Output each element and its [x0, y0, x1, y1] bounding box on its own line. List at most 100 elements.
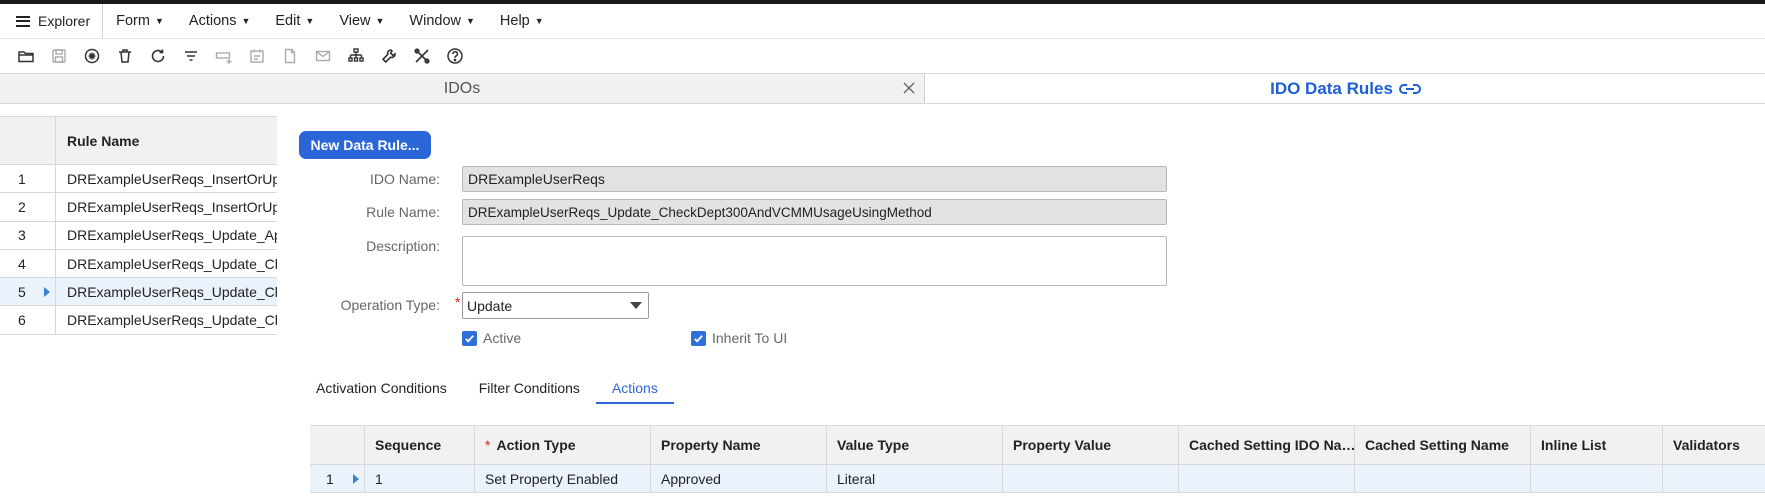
add-row-icon[interactable]	[207, 42, 240, 70]
checkmark-icon	[462, 330, 477, 346]
table-row-selected[interactable]: 1 1 Set Property Enabled Approved Litera…	[310, 465, 1765, 493]
hamburger-icon	[16, 15, 30, 27]
cached-setting-name-column-header[interactable]: Cached Setting Name	[1355, 426, 1531, 464]
sequence-column-header[interactable]: Sequence	[365, 426, 475, 464]
menu-help[interactable]: Help ▼	[487, 4, 556, 39]
calendar-icon[interactable]	[240, 42, 273, 70]
tab-idos-label: IDOs	[443, 79, 481, 97]
hierarchy-icon[interactable]	[339, 42, 372, 70]
rule-name-cell[interactable]: DRExampleUserReqs_InsertOrUpdate	[56, 193, 277, 220]
caret-down-icon: ▼	[375, 16, 385, 26]
open-folder-icon[interactable]	[9, 42, 42, 70]
rule-name-cell[interactable]: DRExampleUserReqs_Update_Approved	[56, 222, 277, 249]
document-icon[interactable]	[273, 42, 306, 70]
menu-actions[interactable]: Actions ▼	[176, 4, 262, 39]
operation-type-label: Operation Type:	[340, 297, 440, 313]
row-number-header	[310, 426, 365, 464]
rule-name-cell[interactable]: DRExampleUserReqs_InsertOrUpdate	[56, 165, 277, 192]
cached-setting-ido-cell[interactable]	[1179, 465, 1355, 492]
menu-edit[interactable]: Edit ▼	[262, 4, 326, 39]
required-marker: *	[455, 294, 461, 310]
new-icon[interactable]	[75, 42, 108, 70]
table-row[interactable]: 2 DRExampleUserReqs_InsertOrUpdate	[0, 193, 277, 222]
actions-grid-header: Sequence * Action Type Property Name Val…	[310, 426, 1765, 465]
value-type-cell[interactable]: Literal	[827, 465, 1003, 492]
inherit-to-ui-checkbox[interactable]: Inherit To UI	[691, 330, 787, 346]
chevron-down-icon	[630, 302, 642, 309]
menu-window[interactable]: Window ▼	[396, 4, 487, 39]
description-label: Description:	[366, 238, 440, 254]
filter-icon[interactable]	[174, 42, 207, 70]
validators-column-header[interactable]: Validators	[1663, 426, 1765, 464]
description-field[interactable]	[462, 236, 1167, 286]
validators-cell[interactable]	[1663, 465, 1765, 492]
link-icon	[1398, 83, 1421, 94]
delete-icon[interactable]	[108, 42, 141, 70]
rules-list-header: Rule Name	[0, 117, 277, 165]
row-number: 1	[326, 470, 334, 487]
table-row[interactable]: 3 DRExampleUserReqs_Update_Approved	[0, 221, 277, 250]
caret-down-icon: ▼	[241, 16, 251, 26]
property-value-cell[interactable]	[1003, 465, 1179, 492]
help-icon[interactable]	[438, 42, 471, 70]
property-name-column-header[interactable]: Property Name	[651, 426, 827, 464]
tab-ido-data-rules[interactable]: IDO Data Rules	[926, 74, 1765, 103]
table-row-selected[interactable]: 5 DRExampleUserReqs_Update_Check	[0, 278, 277, 307]
menu-form[interactable]: Form ▼	[103, 4, 176, 39]
menu-bar: Explorer Form ▼ Actions ▼ Edit ▼ View ▼ Wind…	[0, 3, 1765, 39]
caret-down-icon: ▼	[534, 16, 544, 26]
cached-setting-ido-column-header[interactable]: Cached Setting IDO Na…	[1179, 426, 1355, 464]
caret-down-icon: ▼	[154, 16, 164, 26]
action-type-column-header[interactable]: * Action Type	[475, 426, 651, 464]
property-name-cell[interactable]: Approved	[651, 465, 827, 492]
rule-name-cell[interactable]: DRExampleUserReqs_Update_Check	[56, 306, 277, 333]
rule-name-cell[interactable]: DRExampleUserReqs_Update_Check	[56, 250, 277, 277]
current-row-pointer-icon	[353, 474, 359, 484]
new-data-rule-button[interactable]: New Data Rule...	[299, 131, 431, 159]
close-icon[interactable]	[900, 79, 918, 97]
row-number: 3	[0, 221, 56, 249]
table-row[interactable]: 1 DRExampleUserReqs_InsertOrUpdate	[0, 165, 277, 194]
row-number-header	[0, 117, 56, 164]
explorer-button[interactable]: Explorer	[0, 3, 104, 39]
current-row-pointer-icon	[44, 287, 50, 298]
tools-icon[interactable]	[405, 42, 438, 70]
checkmark-icon	[691, 330, 706, 346]
inline-list-column-header[interactable]: Inline List	[1531, 426, 1663, 464]
tab-actions[interactable]: Actions	[595, 380, 674, 404]
action-type-header-label: Action Type	[496, 437, 576, 453]
menu-view[interactable]: View ▼	[326, 4, 396, 39]
rule-name-column-header[interactable]: Rule Name	[56, 117, 277, 164]
table-row[interactable]: 4 DRExampleUserReqs_Update_Check	[0, 249, 277, 279]
row-number: 1	[0, 165, 56, 193]
table-row[interactable]: 6 DRExampleUserReqs_Update_Check	[0, 306, 277, 335]
inline-list-cell[interactable]	[1531, 465, 1663, 492]
tab-idos[interactable]: IDOs	[0, 74, 925, 103]
save-icon[interactable]	[42, 42, 75, 70]
ido-name-label: IDO Name:	[369, 171, 440, 187]
actions-grid: Sequence * Action Type Property Name Val…	[310, 425, 1765, 493]
rule-name-cell[interactable]: DRExampleUserReqs_Update_Check	[56, 278, 277, 305]
row-number-cell: 5	[0, 278, 56, 306]
cached-setting-name-cell[interactable]	[1355, 465, 1531, 492]
value-type-column-header[interactable]: Value Type	[827, 426, 1003, 464]
row-number: 6	[0, 306, 56, 334]
row-number: 4	[0, 249, 56, 278]
operation-type-select[interactable]: Update	[462, 292, 649, 319]
property-value-column-header[interactable]: Property Value	[1003, 426, 1179, 464]
mail-icon[interactable]	[306, 42, 339, 70]
row-number: 5	[18, 283, 26, 300]
form-tab-strip: IDOs IDO Data Rules	[0, 73, 1765, 104]
refresh-icon[interactable]	[141, 42, 174, 70]
action-type-cell[interactable]: Set Property Enabled	[475, 465, 651, 492]
tab-filter-conditions[interactable]: Filter Conditions	[463, 380, 596, 404]
caret-down-icon: ▼	[305, 16, 315, 26]
wrench-icon[interactable]	[372, 42, 405, 70]
tab-activation-conditions[interactable]: Activation Conditions	[300, 380, 463, 404]
rule-detail-tabs: Activation Conditions Filter Conditions …	[300, 380, 674, 404]
active-checkbox[interactable]: Active	[462, 330, 521, 346]
sequence-cell[interactable]: 1	[365, 465, 475, 492]
rule-name-field[interactable]	[462, 199, 1167, 225]
ido-name-field[interactable]	[462, 166, 1167, 192]
required-marker: *	[485, 437, 491, 453]
